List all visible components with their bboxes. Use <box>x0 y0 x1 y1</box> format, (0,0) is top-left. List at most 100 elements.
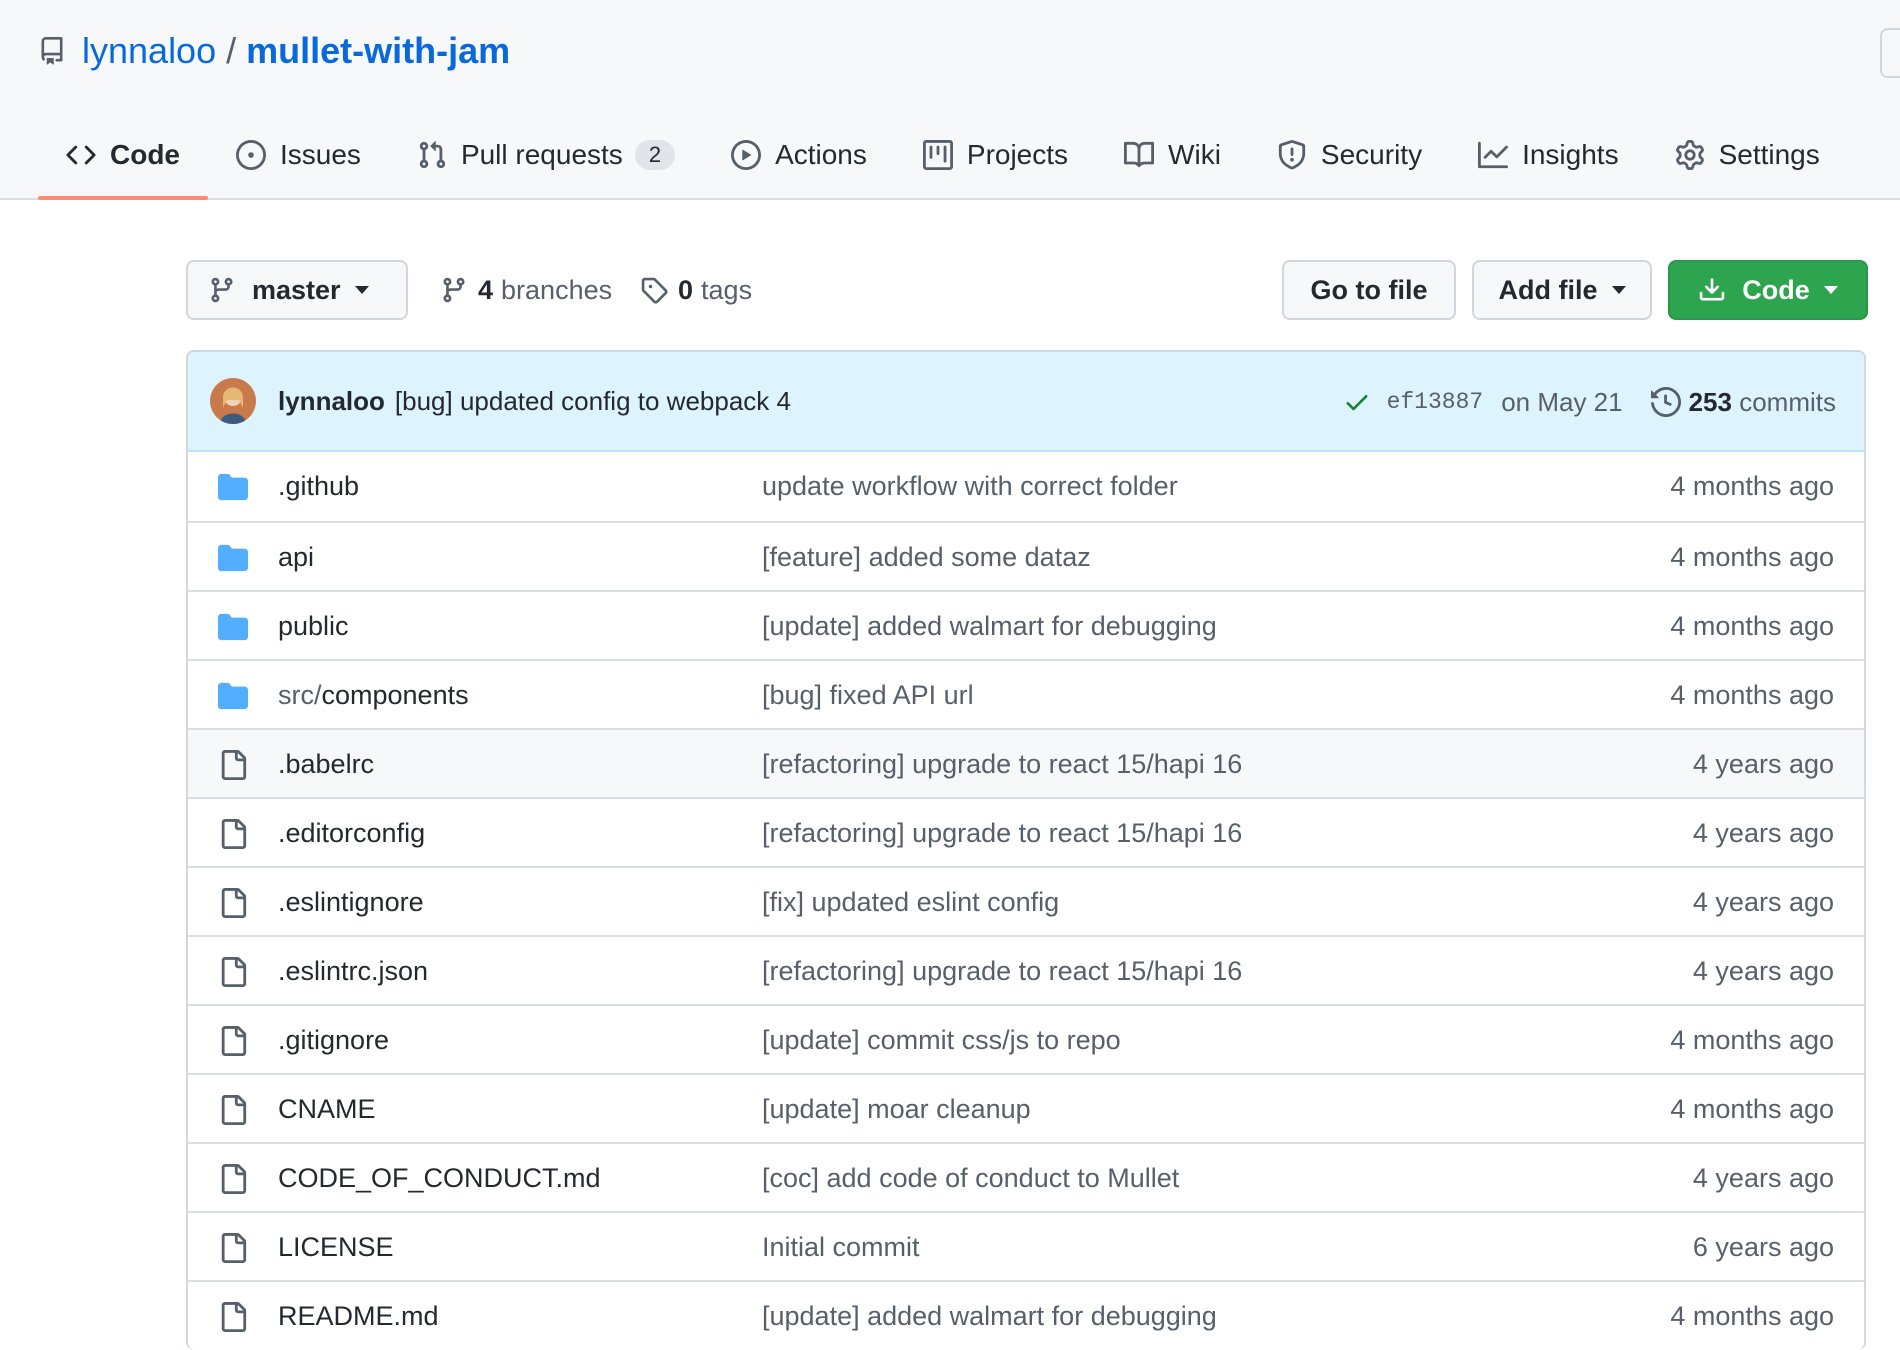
file-icon <box>221 1026 247 1056</box>
file-row[interactable]: .babelrc [refactoring] upgrade to react … <box>188 728 1864 797</box>
tab-actions-label: Actions <box>775 139 867 170</box>
file-commit-message-link[interactable]: update workflow with correct folder <box>762 452 1178 521</box>
tab-actions[interactable]: Actions <box>703 130 895 180</box>
file-commit-age: 4 months ago <box>1670 471 1834 501</box>
file-name-text: .github <box>278 471 360 501</box>
branches-link[interactable]: 4 branches <box>440 260 612 320</box>
file-commit-message-link[interactable]: [bug] fixed API url <box>762 661 974 730</box>
gear-icon <box>1675 140 1704 170</box>
file-commit-message-link[interactable]: Initial commit <box>762 1213 920 1282</box>
file-name-link[interactable]: .github <box>278 452 359 521</box>
file-commit-message-link[interactable]: [update] added walmart for debugging <box>762 1282 1217 1350</box>
tags-link[interactable]: 0 tags <box>640 260 752 320</box>
tags-count: 0 <box>678 274 694 305</box>
repo-owner-link[interactable]: lynnaloo <box>82 30 216 72</box>
folder-row[interactable]: public [update] added walmart for debugg… <box>188 590 1864 659</box>
tab-wiki[interactable]: Wiki <box>1096 130 1249 180</box>
code-button-label: Code <box>1742 274 1810 305</box>
avatar[interactable] <box>210 378 256 424</box>
go-to-file-label: Go to file <box>1310 274 1428 305</box>
tab-code[interactable]: Code <box>38 130 208 200</box>
pull-request-icon <box>419 141 446 169</box>
graph-icon <box>1478 141 1509 169</box>
branch-name: master <box>252 274 341 305</box>
code-download-button[interactable]: Code <box>1668 260 1868 320</box>
commit-sha-link[interactable]: ef13887 <box>1387 389 1484 415</box>
file-commit-message-link[interactable]: [feature] added some dataz <box>762 523 1091 592</box>
folder-row[interactable]: .github update workflow with correct fol… <box>188 452 1864 521</box>
file-navigation: master 4 branches 0 tags Go to file Add … <box>186 260 1868 320</box>
file-name-link[interactable]: .eslintrc.json <box>278 937 428 1006</box>
commits-label: commits <box>1739 386 1836 417</box>
file-name-link[interactable]: api <box>278 523 314 592</box>
tab-security[interactable]: Security <box>1249 130 1450 180</box>
folder-row[interactable]: api [feature] added some dataz 4 months … <box>188 521 1864 590</box>
tab-projects-label: Projects <box>966 139 1069 170</box>
file-commit-message-link[interactable]: [update] added walmart for debugging <box>762 592 1217 661</box>
folder-icon <box>218 682 248 710</box>
tab-settings[interactable]: Settings <box>1647 130 1848 180</box>
file-row[interactable]: .gitignore [update] commit css/js to rep… <box>188 1004 1864 1073</box>
file-name-text: api <box>278 542 315 572</box>
file-name-link[interactable]: .gitignore <box>278 1006 389 1075</box>
tab-issues[interactable]: Issues <box>208 130 389 180</box>
commit-author-link[interactable]: lynnaloo <box>278 386 385 417</box>
file-name-link[interactable]: public <box>278 592 349 661</box>
watch-button-edge[interactable] <box>1880 28 1900 78</box>
tab-projects[interactable]: Projects <box>895 130 1096 180</box>
folder-row[interactable]: src/components [bug] fixed API url 4 mon… <box>188 659 1864 728</box>
file-name-text: README.md <box>278 1301 439 1331</box>
latest-commit-bar: lynnaloo [bug] updated config to webpack… <box>188 352 1864 452</box>
file-name-text: .eslintignore <box>278 887 424 917</box>
commit-details: ef13887 on May 21 253 commits <box>1343 352 1836 452</box>
file-name-text: .babelrc <box>278 749 375 779</box>
check-icon[interactable] <box>1343 388 1371 416</box>
repo-name-link[interactable]: mullet-with-jam <box>246 30 510 72</box>
file-name-link[interactable]: .editorconfig <box>278 799 425 868</box>
repo-separator: / <box>226 30 237 71</box>
file-icon <box>221 957 247 987</box>
file-path-prefix: src/ <box>278 680 322 710</box>
file-row[interactable]: .eslintrc.json [refactoring] upgrade to … <box>188 935 1864 1004</box>
file-row[interactable]: .eslintignore [fix] updated eslint confi… <box>188 866 1864 935</box>
git-branch-icon <box>211 277 233 303</box>
file-row[interactable]: .editorconfig [refactoring] upgrade to r… <box>188 797 1864 866</box>
branch-select-button[interactable]: master <box>186 260 408 320</box>
file-name-link[interactable]: LICENSE <box>278 1213 394 1282</box>
repo-title: lynnaloo / mullet-with-jam <box>38 28 510 74</box>
file-commit-age: 4 years ago <box>1692 887 1834 917</box>
file-name-link[interactable]: CNAME <box>278 1075 376 1144</box>
file-commit-message-link[interactable]: [update] commit css/js to repo <box>762 1006 1121 1075</box>
commits-history-link[interactable]: 253 commits <box>1650 386 1836 418</box>
file-commit-message-link[interactable]: [refactoring] upgrade to react 15/hapi 1… <box>762 799 1242 868</box>
file-list: lynnaloo [bug] updated config to webpack… <box>186 350 1866 1350</box>
file-row[interactable]: README.md [update] added walmart for deb… <box>188 1280 1864 1349</box>
tab-insights[interactable]: Insights <box>1450 130 1647 180</box>
tags-label: tags <box>701 274 753 305</box>
file-commit-message-link[interactable]: [coc] add code of conduct to Mullet <box>762 1144 1179 1213</box>
file-icon <box>221 888 247 918</box>
file-row[interactable]: CNAME [update] moar cleanup 4 months ago <box>188 1073 1864 1142</box>
add-file-button[interactable]: Add file <box>1472 260 1652 320</box>
file-name-link[interactable]: .eslintignore <box>278 868 424 937</box>
pull-requests-counter: 2 <box>634 140 676 170</box>
file-commit-age: 4 years ago <box>1692 749 1834 779</box>
chevron-down-icon <box>1823 286 1838 294</box>
repo-tabs: Code Issues Pull requests 2 Actions Proj… <box>38 130 1848 200</box>
file-name-link[interactable]: CODE_OF_CONDUCT.md <box>278 1144 601 1213</box>
file-commit-message-link[interactable]: [fix] updated eslint config <box>762 868 1059 937</box>
file-icon <box>221 1233 247 1263</box>
file-row[interactable]: LICENSE Initial commit 6 years ago <box>188 1211 1864 1280</box>
go-to-file-button[interactable]: Go to file <box>1282 260 1456 320</box>
file-name-link[interactable]: .babelrc <box>278 730 374 799</box>
file-row[interactable]: CODE_OF_CONDUCT.md [coc] add code of con… <box>188 1142 1864 1211</box>
tab-security-label: Security <box>1320 139 1423 170</box>
file-name-link[interactable]: README.md <box>278 1282 439 1350</box>
file-commit-message-link[interactable]: [refactoring] upgrade to react 15/hapi 1… <box>762 730 1242 799</box>
commit-message-link[interactable]: [bug] updated config to webpack 4 <box>395 386 791 417</box>
file-commit-message-link[interactable]: [update] moar cleanup <box>762 1075 1031 1144</box>
file-commit-message-link[interactable]: [refactoring] upgrade to react 15/hapi 1… <box>762 937 1242 1006</box>
tab-pull-requests[interactable]: Pull requests 2 <box>389 130 703 180</box>
file-name-link[interactable]: src/components <box>278 661 469 730</box>
file-name-text: components <box>321 680 469 710</box>
